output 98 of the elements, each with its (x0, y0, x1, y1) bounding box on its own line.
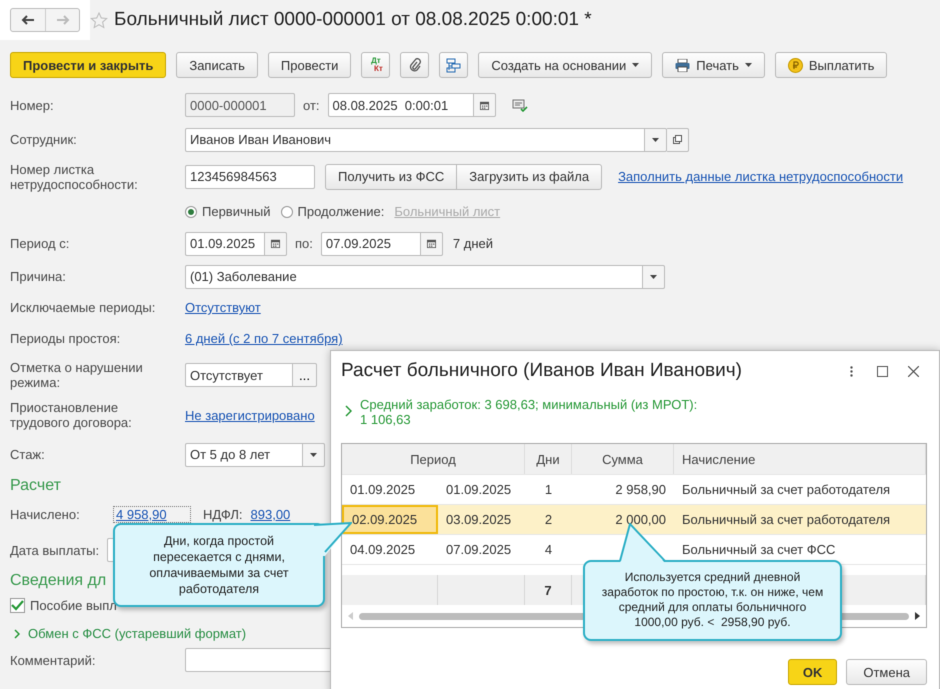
ledger-button[interactable]: Дт Кт (361, 52, 390, 78)
forward-arrow-icon (56, 15, 70, 25)
expand-icon[interactable] (14, 628, 20, 638)
date-field[interactable]: 01.09.2025 (185, 232, 265, 256)
field-label: Сотрудник: (10, 132, 78, 147)
hierarchy-icon (446, 58, 462, 72)
printer-icon (675, 58, 690, 72)
field-label: Отметка о нарушении режима: (10, 360, 144, 390)
field-label: Исключаемые периоды: (10, 300, 156, 315)
calendar-button[interactable] (420, 232, 443, 256)
fill-sheet-link[interactable]: Заполнить данные листка нетрудоспособности (618, 169, 904, 184)
calendar-icon (271, 238, 280, 249)
table-cell-text: 01.09.2025 (349, 481, 416, 499)
document-check-icon[interactable] (512, 98, 528, 112)
column-header[interactable]: Сумма (572, 444, 674, 474)
section-heading: Расчет (10, 477, 61, 495)
idle-periods-link[interactable]: 6 дней (с 2 по 7 сентября) (185, 331, 343, 346)
field-label: Периоды простоя: (10, 331, 122, 346)
field-label: Приостановление трудового договора: (10, 400, 133, 430)
field-label: по: (295, 236, 313, 251)
table-cell-text: 1 (544, 481, 554, 499)
section-heading: Сведения дл (10, 572, 106, 590)
calendar-icon (480, 100, 489, 110)
days-count: 7 дней (452, 236, 493, 251)
field-label: Стаж: (10, 447, 46, 462)
ndfl-link[interactable]: 893,00 (250, 507, 290, 522)
select-button[interactable]: ... (293, 363, 317, 387)
window-title: Больничный лист 0000-000001 от 08.08.2025 0:00:01 * (114, 9, 592, 31)
column-header[interactable]: Дни (525, 444, 572, 474)
column-header[interactable]: Начисление (674, 444, 926, 474)
field-label: Дата выплаты: (10, 542, 100, 558)
dropdown-button[interactable] (645, 128, 667, 152)
field-label: от: (303, 98, 320, 112)
field-label: Период с: (10, 236, 70, 251)
dropdown-button[interactable] (643, 264, 665, 288)
checkbox[interactable] (10, 598, 25, 613)
caret-icon (650, 274, 657, 278)
toolbar-button[interactable]: Записать (176, 52, 258, 78)
structure-button[interactable] (439, 52, 468, 78)
open-window-icon (673, 135, 682, 144)
paperclip-button[interactable] (400, 52, 430, 78)
pay-button[interactable]: Выплатить (774, 52, 888, 78)
dialog-title: Расчет больничного (Иванов Иван Иванович) (341, 360, 743, 382)
field-label: Номер листка нетрудоспособности: (10, 162, 139, 192)
exchange-group-title[interactable]: Обмен с ФСС (устаревший формат) (28, 626, 246, 641)
paperclip-icon (408, 58, 421, 72)
dropdown-button[interactable] (303, 442, 325, 466)
caret-icon (744, 63, 752, 67)
toolbar-button[interactable]: Получить из ФСС (325, 164, 458, 190)
violation-field[interactable]: Отсутствует (185, 363, 293, 387)
table-cell-text: Больничный за счет работодателя (681, 481, 892, 499)
print-button[interactable]: Печать (662, 52, 765, 78)
employee-field[interactable]: Иванов Иван Иванович (185, 128, 645, 152)
toolbar-button[interactable]: Провести (268, 52, 352, 78)
caret-icon (632, 63, 640, 67)
caret-icon (310, 452, 317, 456)
date-field[interactable]: 07.09.2025 (320, 232, 421, 256)
field-label: Комментарий: (10, 652, 96, 668)
table-cell-text: Больничный за счет работодателя (681, 511, 892, 529)
table-row[interactable]: 02.09.2025 03.09.2025 2 2 000,00 Больничный за счет работодателя (342, 505, 926, 535)
table-cell-text: 07.09.2025 (445, 541, 512, 559)
reason-field[interactable]: (01) Заболевание (185, 264, 643, 288)
experience-field[interactable]: От 5 до 8 лет (185, 442, 303, 466)
table-cell-text: 4 (544, 541, 554, 559)
table-cell-text: 2 958,90 (614, 481, 667, 499)
ok-button[interactable]: OK (788, 659, 838, 685)
table-cell-text: 2 000,00 (614, 511, 667, 529)
open-button[interactable] (667, 128, 689, 152)
caret-icon (652, 138, 659, 142)
average-earnings-text[interactable]: Средний заработок: 3 698,63; минимальный (из МРОТ): 1 106,63 (360, 397, 730, 427)
field-label: Причина: (10, 269, 67, 284)
excluded-periods-link[interactable]: Отсутствуют (185, 300, 261, 315)
calendar-button[interactable] (265, 232, 287, 256)
table-cell-text: Больничный за счет ФСС (681, 541, 836, 559)
create-based-on-button[interactable]: Создать на основании (478, 52, 652, 78)
column-header[interactable]: Период (342, 444, 525, 474)
star-icon[interactable] (90, 12, 108, 28)
table-cell-text: 01.09.2025 (445, 481, 512, 499)
calendar-button[interactable] (474, 93, 496, 117)
table-cell-text: 2 (544, 511, 554, 529)
scroll-right-icon[interactable] (915, 612, 920, 620)
calendar-icon (426, 238, 436, 249)
table-cell-text: 04.09.2025 (349, 541, 416, 559)
toolbar-button[interactable]: Загрузить из файла (457, 164, 602, 190)
radio-option[interactable]: Первичный (185, 204, 271, 219)
expand-icon[interactable] (345, 405, 352, 417)
field-label: НДФЛ: (203, 507, 243, 522)
table-cell: 02.09.2025 (342, 505, 438, 534)
back-arrow-icon (21, 15, 35, 25)
cancel-button[interactable]: Отмена (846, 659, 927, 685)
suspension-link[interactable]: Не зарегистрировано (185, 408, 315, 422)
field-label: Номер: (10, 98, 55, 112)
radio-option[interactable]: Продолжение: (280, 204, 384, 219)
coin-icon (788, 58, 803, 72)
sheet-number-field[interactable]: 123456984563 (185, 164, 315, 188)
post-and-close-button[interactable]: Провести и закрыть (10, 52, 166, 78)
field-label: Начислено: (10, 507, 81, 522)
table-cell-text: 03.09.2025 (445, 511, 512, 529)
